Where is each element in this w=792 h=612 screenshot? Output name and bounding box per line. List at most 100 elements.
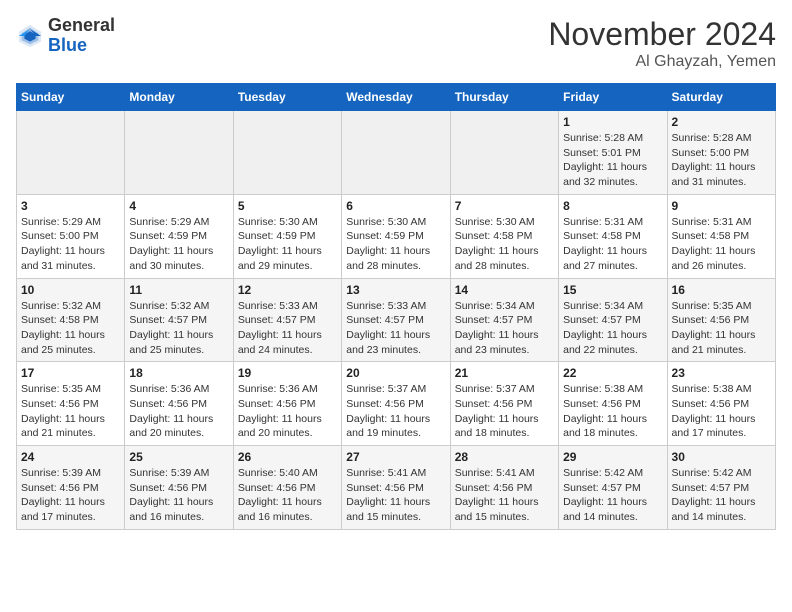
day-number: 18 [129,366,228,380]
calendar-cell: 8 Sunrise: 5:31 AM Sunset: 4:58 PM Daylig… [559,194,667,278]
day-info: Sunrise: 5:36 AM Sunset: 4:56 PM Dayligh… [129,382,228,441]
day-number: 21 [455,366,554,380]
calendar-cell: 2Sunrise: 5:28 AM Sunset: 5:00 PM Daylig… [667,111,775,195]
day-number: 1 [563,115,662,129]
calendar-cell: 21 Sunrise: 5:37 AM Sunset: 4:56 PM Dayli… [450,362,558,446]
calendar-cell: 15Sunrise: 5:34 AM Sunset: 4:57 PM Dayli… [559,278,667,362]
day-number: 5 [238,199,337,213]
day-info: Sunrise: 5:34 AM Sunset: 4:57 PM Dayligh… [563,299,662,358]
day-info: Sunrise: 5:32 AM Sunset: 4:58 PM Dayligh… [21,299,120,358]
day-info: Sunrise: 5:37 AM Sunset: 4:56 PM Dayligh… [455,382,554,441]
day-info: Sunrise: 5:39 AM Sunset: 4:56 PM Dayligh… [129,466,228,525]
calendar-cell [450,111,558,195]
day-number: 6 [346,199,445,213]
day-info: Sunrise: 5:31 AM Sunset: 4:58 PM Dayligh… [563,215,662,274]
calendar-cell: 6 Sunrise: 5:30 AM Sunset: 4:59 PM Daylig… [342,194,450,278]
day-number: 7 [455,199,554,213]
calendar-week-row: 17 Sunrise: 5:35 AM Sunset: 4:56 PM Dayli… [17,362,776,446]
day-info: Sunrise: 5:30 AM Sunset: 4:59 PM Dayligh… [346,215,445,274]
calendar-cell [233,111,341,195]
day-number: 22 [563,366,662,380]
day-info: Sunrise: 5:38 AM Sunset: 4:56 PM Dayligh… [672,382,771,441]
calendar-cell: 30 Sunrise: 5:42 AM Sunset: 4:57 PM Dayli… [667,446,775,530]
day-info: Sunrise: 5:30 AM Sunset: 4:59 PM Dayligh… [238,215,337,274]
day-number: 19 [238,366,337,380]
day-info: Sunrise: 5:34 AM Sunset: 4:57 PM Dayligh… [455,299,554,358]
calendar-cell: 11 Sunrise: 5:32 AM Sunset: 4:57 PM Dayli… [125,278,233,362]
day-info: Sunrise: 5:28 AM Sunset: 5:01 PM Dayligh… [563,131,662,190]
calendar-cell: 24 Sunrise: 5:39 AM Sunset: 4:56 PM Dayli… [17,446,125,530]
logo-text: General Blue [48,16,115,56]
day-number: 8 [563,199,662,213]
weekday-header-tuesday: Tuesday [233,84,341,111]
day-number: 29 [563,450,662,464]
day-number: 3 [21,199,120,213]
day-number: 25 [129,450,228,464]
calendar-cell: 25 Sunrise: 5:39 AM Sunset: 4:56 PM Dayli… [125,446,233,530]
calendar-cell: 3Sunrise: 5:29 AM Sunset: 5:00 PM Daylig… [17,194,125,278]
day-info: Sunrise: 5:42 AM Sunset: 4:57 PM Dayligh… [563,466,662,525]
day-number: 12 [238,283,337,297]
calendar-cell: 26 Sunrise: 5:40 AM Sunset: 4:56 PM Dayli… [233,446,341,530]
calendar-cell: 5 Sunrise: 5:30 AM Sunset: 4:59 PM Daylig… [233,194,341,278]
day-number: 14 [455,283,554,297]
day-number: 2 [672,115,771,129]
day-info: Sunrise: 5:41 AM Sunset: 4:56 PM Dayligh… [346,466,445,525]
day-info: Sunrise: 5:42 AM Sunset: 4:57 PM Dayligh… [672,466,771,525]
calendar-cell: 1 Sunrise: 5:28 AM Sunset: 5:01 PM Daylig… [559,111,667,195]
day-number: 23 [672,366,771,380]
calendar-cell: 19 Sunrise: 5:36 AM Sunset: 4:56 PM Dayli… [233,362,341,446]
weekday-header-sunday: Sunday [17,84,125,111]
day-info: Sunrise: 5:35 AM Sunset: 4:56 PM Dayligh… [672,299,771,358]
calendar-cell [17,111,125,195]
weekday-header-thursday: Thursday [450,84,558,111]
day-number: 26 [238,450,337,464]
calendar-week-row: 24 Sunrise: 5:39 AM Sunset: 4:56 PM Dayli… [17,446,776,530]
calendar-cell [125,111,233,195]
calendar-header-row: SundayMondayTuesdayWednesdayThursdayFrid… [17,84,776,111]
calendar-cell: 22 Sunrise: 5:38 AM Sunset: 4:56 PM Dayli… [559,362,667,446]
day-info: Sunrise: 5:38 AM Sunset: 4:56 PM Dayligh… [563,382,662,441]
calendar-cell: 13Sunrise: 5:33 AM Sunset: 4:57 PM Dayli… [342,278,450,362]
day-number: 24 [21,450,120,464]
calendar-cell: 7Sunrise: 5:30 AM Sunset: 4:58 PM Daylig… [450,194,558,278]
calendar-week-row: 3Sunrise: 5:29 AM Sunset: 5:00 PM Daylig… [17,194,776,278]
day-info: Sunrise: 5:33 AM Sunset: 4:57 PM Dayligh… [238,299,337,358]
calendar-cell: 29 Sunrise: 5:42 AM Sunset: 4:57 PM Dayli… [559,446,667,530]
weekday-header-monday: Monday [125,84,233,111]
day-number: 11 [129,283,228,297]
day-info: Sunrise: 5:39 AM Sunset: 4:56 PM Dayligh… [21,466,120,525]
calendar-cell: 27 Sunrise: 5:41 AM Sunset: 4:56 PM Dayli… [342,446,450,530]
day-info: Sunrise: 5:40 AM Sunset: 4:56 PM Dayligh… [238,466,337,525]
title-block: November 2024 Al Ghayzah, Yemen [548,16,776,71]
day-info: Sunrise: 5:31 AM Sunset: 4:58 PM Dayligh… [672,215,771,274]
day-number: 4 [129,199,228,213]
day-number: 20 [346,366,445,380]
month-title: November 2024 [548,16,776,53]
calendar-cell: 28Sunrise: 5:41 AM Sunset: 4:56 PM Dayli… [450,446,558,530]
calendar-cell: 4Sunrise: 5:29 AM Sunset: 4:59 PM Daylig… [125,194,233,278]
day-number: 17 [21,366,120,380]
calendar-cell: 9 Sunrise: 5:31 AM Sunset: 4:58 PM Daylig… [667,194,775,278]
day-number: 30 [672,450,771,464]
location: Al Ghayzah, Yemen [548,53,776,71]
day-info: Sunrise: 5:32 AM Sunset: 4:57 PM Dayligh… [129,299,228,358]
calendar-cell: 23 Sunrise: 5:38 AM Sunset: 4:56 PM Dayli… [667,362,775,446]
calendar-cell: 16 Sunrise: 5:35 AM Sunset: 4:56 PM Dayli… [667,278,775,362]
logo: General Blue [16,16,115,56]
calendar-cell: 14 Sunrise: 5:34 AM Sunset: 4:57 PM Dayli… [450,278,558,362]
day-number: 16 [672,283,771,297]
calendar-cell [342,111,450,195]
calendar-cell: 12 Sunrise: 5:33 AM Sunset: 4:57 PM Dayli… [233,278,341,362]
day-number: 13 [346,283,445,297]
day-number: 9 [672,199,771,213]
day-number: 27 [346,450,445,464]
day-info: Sunrise: 5:35 AM Sunset: 4:56 PM Dayligh… [21,382,120,441]
day-info: Sunrise: 5:41 AM Sunset: 4:56 PM Dayligh… [455,466,554,525]
day-info: Sunrise: 5:36 AM Sunset: 4:56 PM Dayligh… [238,382,337,441]
calendar-cell: 20Sunrise: 5:37 AM Sunset: 4:56 PM Dayli… [342,362,450,446]
calendar-body: 1 Sunrise: 5:28 AM Sunset: 5:01 PM Daylig… [17,111,776,530]
weekday-header-friday: Friday [559,84,667,111]
calendar-cell: 17 Sunrise: 5:35 AM Sunset: 4:56 PM Dayli… [17,362,125,446]
calendar-table: SundayMondayTuesdayWednesdayThursdayFrid… [16,83,776,530]
